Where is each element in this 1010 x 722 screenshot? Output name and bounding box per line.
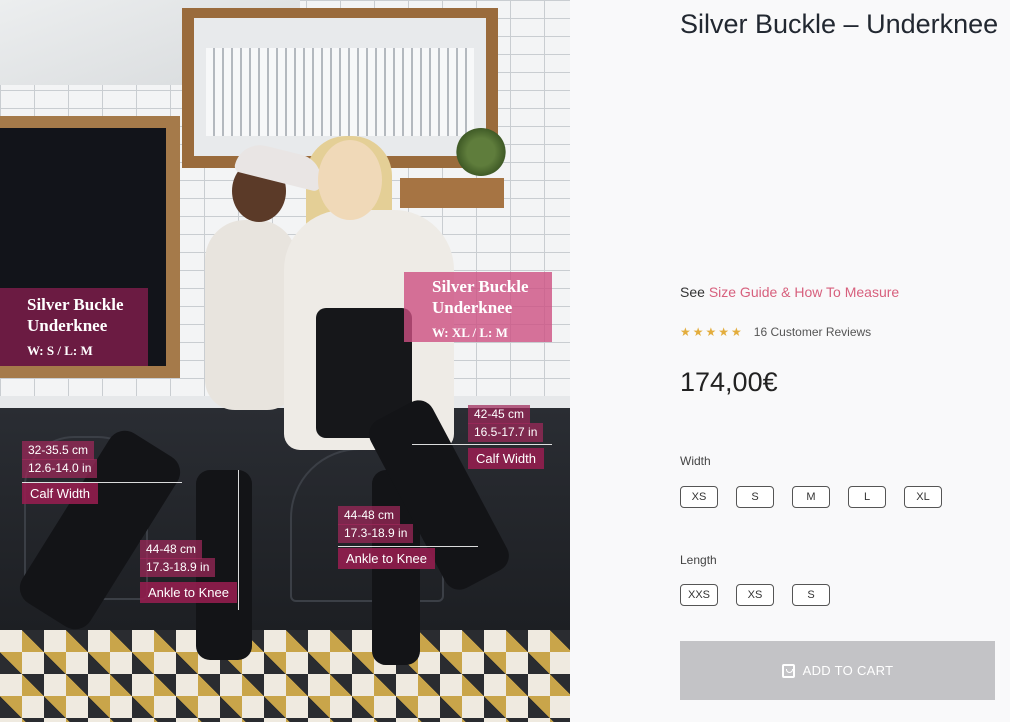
right-calf-label: Calf Width — [468, 448, 544, 469]
width-options: XS S M L XL — [680, 486, 960, 508]
length-option-xxs[interactable]: XXS — [680, 584, 719, 606]
right-name-line2: Underknee — [432, 298, 513, 317]
plant — [456, 128, 506, 176]
left-ankle-label: Ankle to Knee — [140, 582, 237, 603]
right-calf-guide-line — [412, 444, 552, 445]
length-option-xs[interactable]: XS — [736, 584, 775, 606]
length-options: XXS XS S — [680, 584, 848, 606]
size-guide-link[interactable]: Size Guide & How To Measure — [709, 284, 899, 300]
add-to-cart-label: ADD TO CART — [802, 663, 894, 678]
left-calf-label: Calf Width — [22, 483, 98, 504]
left-name-line2: Underknee — [27, 316, 108, 335]
star-icon: ★★★★★ — [680, 325, 744, 339]
right-ankle-label: Ankle to Knee — [338, 548, 435, 569]
width-option-s[interactable]: S — [736, 486, 774, 508]
left-calf-cm: 32-35.5 cm — [22, 441, 95, 460]
tiled-floor — [0, 630, 570, 722]
length-option-s[interactable]: S — [792, 584, 831, 606]
rating[interactable]: ★★★★★ 16 Customer Reviews — [680, 325, 871, 339]
product-price: 174,00€ — [680, 367, 778, 397]
shopping-bag-icon — [781, 663, 795, 678]
width-label: Width — [680, 454, 711, 468]
left-calf-in: 12.6-14.0 in — [22, 459, 98, 478]
right-ankle-cm: 44-48 cm — [338, 506, 401, 525]
model-right-head — [318, 140, 382, 220]
right-boot-name-label: Silver Buckle Underknee W: XL / L: M — [404, 272, 552, 342]
product-image[interactable]: Silver Buckle Underknee W: S / L: M Silv… — [0, 0, 570, 722]
left-size-line: W: S / L: M — [27, 343, 93, 358]
width-option-xs[interactable]: XS — [680, 486, 718, 508]
left-ankle-guide-line — [238, 470, 239, 610]
size-guide-prefix: See — [680, 284, 705, 300]
right-size-line: W: XL / L: M — [432, 325, 508, 340]
right-ankle-guide-line — [338, 546, 478, 547]
right-name-line1: Silver Buckle — [432, 277, 529, 296]
product-title: Silver Buckle – Underknee — [680, 9, 999, 39]
right-calf-in: 16.5-17.7 in — [468, 423, 544, 442]
width-option-m[interactable]: M — [792, 486, 830, 508]
reviews-count[interactable]: 16 Customer Reviews — [754, 325, 871, 339]
left-name-line1: Silver Buckle — [27, 295, 124, 314]
small-shelf — [400, 178, 504, 208]
left-boot-name-label: Silver Buckle Underknee W: S / L: M — [0, 288, 148, 366]
right-ankle-in: 17.3-18.9 in — [338, 524, 414, 543]
width-option-xl[interactable]: XL — [904, 486, 942, 508]
left-ankle-cm: 44-48 cm — [140, 540, 203, 559]
length-label: Length — [680, 553, 717, 567]
plates — [206, 48, 474, 136]
left-calf-guide-line — [22, 482, 182, 483]
width-option-l[interactable]: L — [848, 486, 886, 508]
add-to-cart-button[interactable]: ADD TO CART — [680, 641, 995, 700]
size-guide-line: See Size Guide & How To Measure — [680, 284, 899, 300]
right-calf-cm: 42-45 cm — [468, 405, 531, 424]
left-ankle-in: 17.3-18.9 in — [140, 558, 216, 577]
